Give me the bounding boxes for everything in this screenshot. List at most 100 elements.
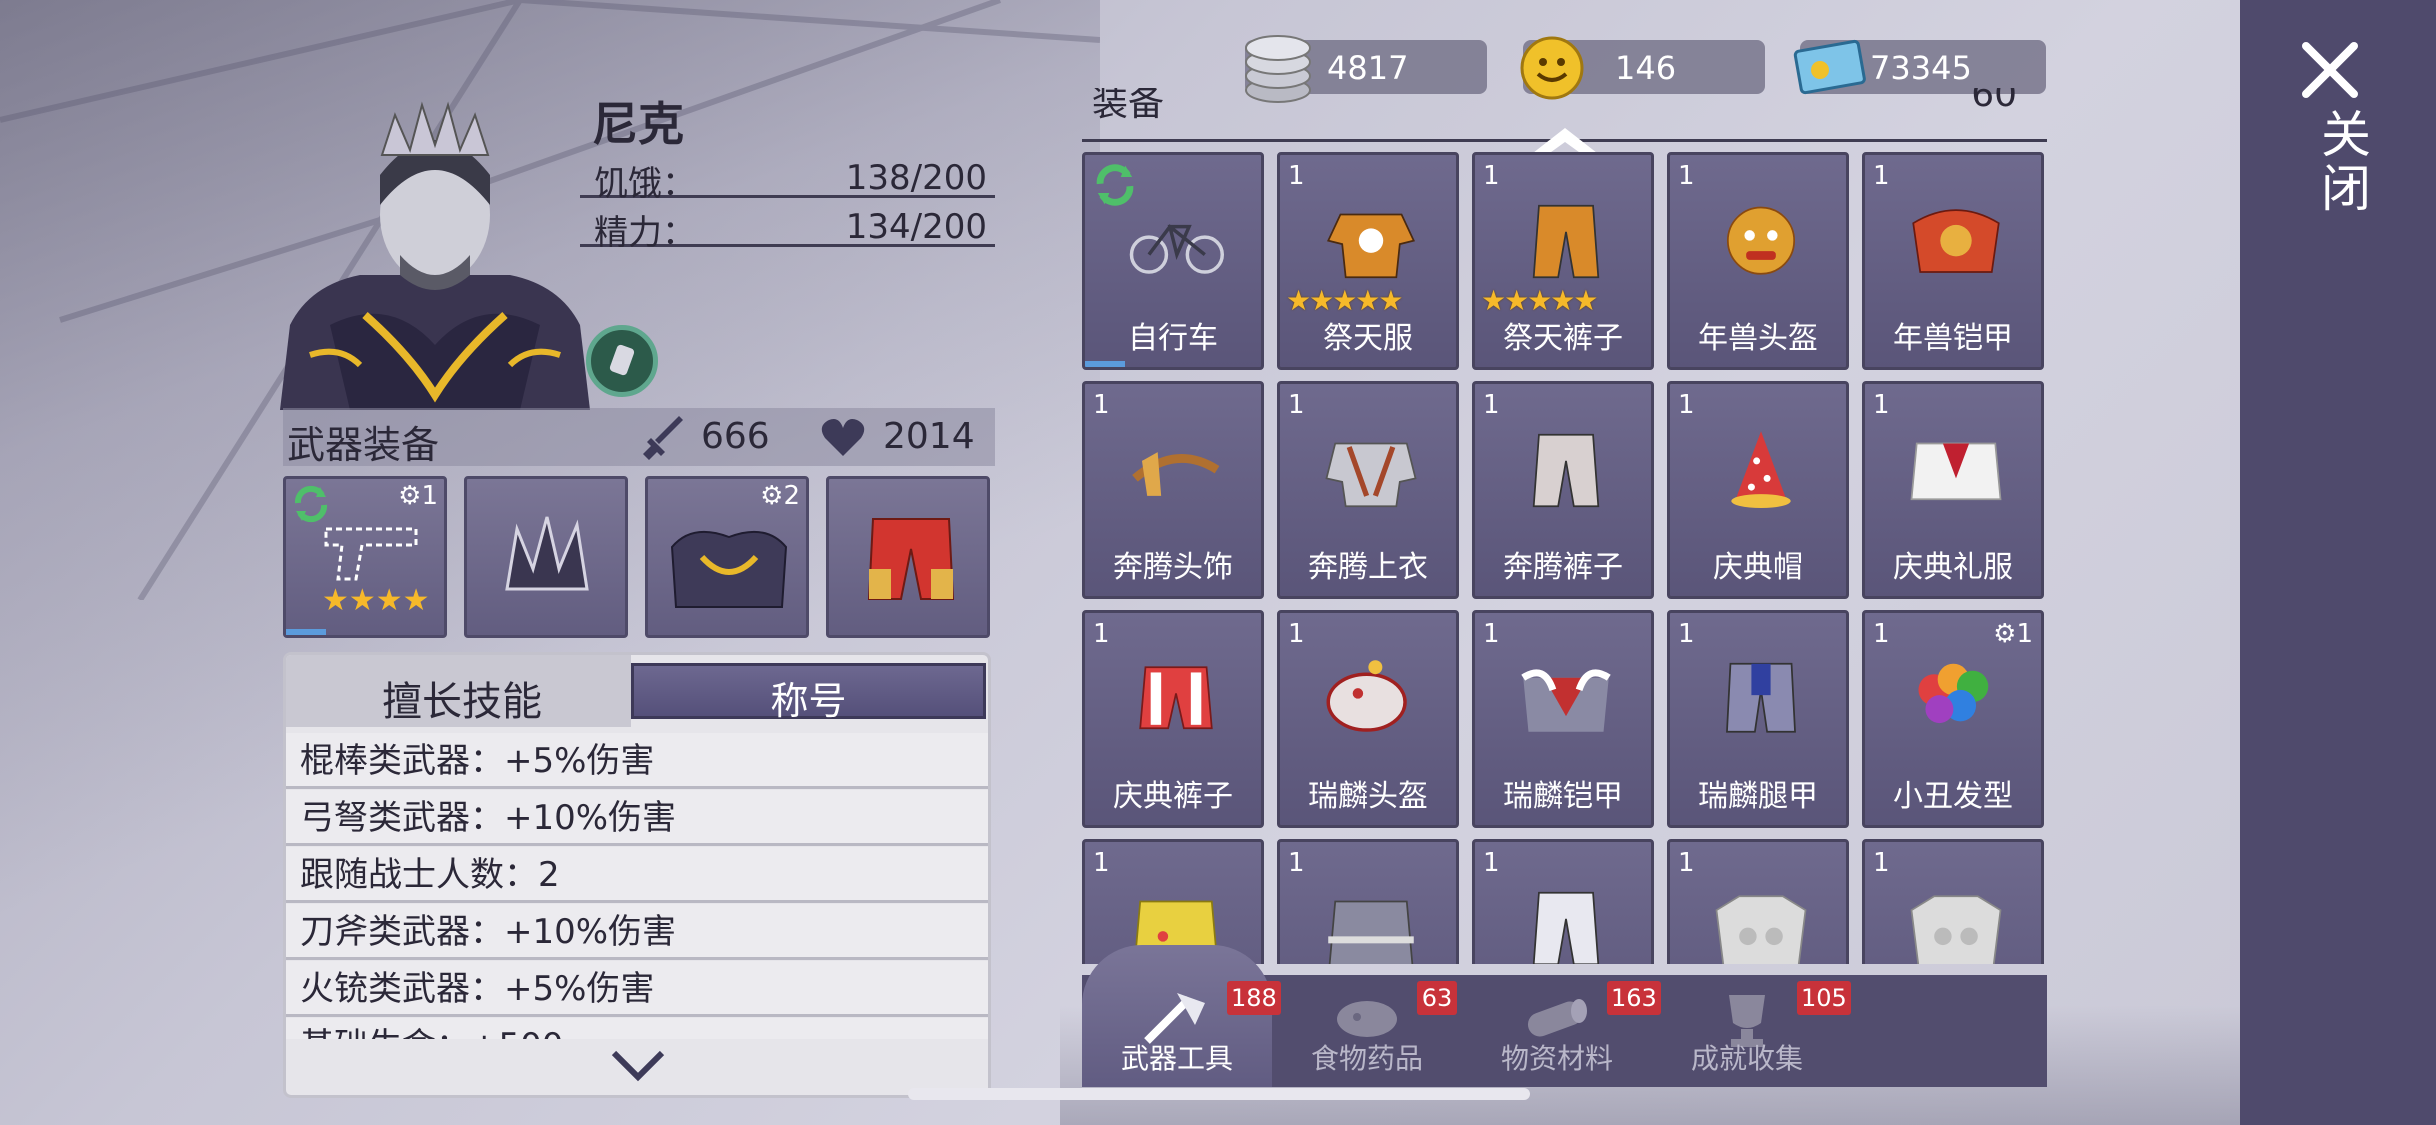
skills-panel: 擅长技能 称号 棍棒类武器：+5%伤害 弓弩类武器：+10%伤害 跟随战士人数：… [283,652,991,1098]
skill-list[interactable]: 棍棒类武器：+5%伤害 弓弩类武器：+10%伤害 跟随战士人数：2 刀斧类武器：… [286,733,988,1039]
item-quantity: 1 [1873,848,1890,878]
category-tabs: 188 武器工具 63 食物药品 163 物资材料 105 成就收集 [1082,945,2047,1087]
item-quantity: 1 [1483,390,1500,420]
inventory-item[interactable]: 1 庆典礼服 [1862,381,2044,599]
inventory-item[interactable]: 1 年兽铠甲 [1862,152,2044,370]
close-panel[interactable]: 关闭 [2240,0,2436,1125]
item-quantity: 1 [1678,390,1695,420]
tab-category[interactable]: 105 成就收集 [1652,975,1851,1087]
qilin-greaves-icon [1726,662,1796,733]
character-portrait [280,101,590,410]
list-item: 弓弩类武器：+10%伤害 [286,790,988,846]
inventory-item[interactable]: 1 奔腾头饰 [1082,381,1264,599]
tab-category[interactable]: 63 食物药品 [1272,975,1462,1087]
energy-label: 精力： [594,213,696,253]
equip-slot-legs[interactable] [826,476,990,638]
item-label: 祭天服 [1323,321,1413,356]
equipment-header: 武器装备 666 2014 [283,408,995,467]
slot-progress [286,629,326,635]
hp-value: 2014 [883,416,975,457]
tab-skills[interactable]: 擅长技能 [286,655,631,727]
bicycle-icon [1129,224,1224,274]
heart-icon [821,419,865,456]
item-quantity: 1 [1093,848,1110,878]
inventory-item[interactable]: 1 [1667,839,1849,964]
equip-slot-head[interactable] [464,476,628,638]
item-quantity: 1 [1873,161,1890,191]
tab-label: 成就收集 [1690,1042,1803,1075]
sword-icon [643,416,683,460]
item-label: 自行车 [1128,321,1218,356]
tab-label: 武器工具 [1120,1042,1233,1075]
item-quantity: 1 [1288,848,1305,878]
ticket-value: 73345 [1870,49,1972,87]
item-quantity: 1 [1483,848,1500,878]
tab-titles[interactable]: 称号 [631,663,986,723]
inventory-item[interactable]: 1 年兽头盔 [1667,152,1849,370]
inventory-item[interactable]: 1 瑞麟头盔 [1277,610,1459,828]
inventory-item[interactable]: 1 [1277,839,1459,964]
inventory-item[interactable]: 1 瑞麟铠甲 [1472,610,1654,828]
item-label: 年兽铠甲 [1893,321,2013,356]
gear-icon: ⚙2 [760,481,800,511]
inventory-item[interactable]: 1 庆典裤子 [1082,610,1264,828]
item-quantity: 1 [1873,390,1890,420]
equip-slot-body[interactable]: ⚙2 [645,476,809,638]
qilin-helmet-icon [1326,660,1407,732]
list-item: 刀斧类武器：+10%伤害 [286,904,988,960]
inventory-item[interactable]: 1 [1472,839,1654,964]
item-label: 祭天裤子 [1503,321,1623,356]
item-progress [1085,361,1125,367]
tuxedo-icon [1910,442,2002,501]
party-hat-icon [1731,431,1791,509]
item-quantity: 1 [1483,619,1500,649]
inventory-item[interactable]: 1 庆典帽 [1667,381,1849,599]
list-item: 基础生命：+500 [286,1018,988,1039]
character-name: 尼克 [592,97,684,151]
shorts-icon [1139,666,1213,730]
item-quantity: 1 [1678,161,1695,191]
inventory-item[interactable]: 1 [1862,839,2044,964]
inventory-item[interactable]: 1 奔腾裤子 [1472,381,1654,599]
stone-armor-icon [1910,895,2002,964]
energy-stat: 精力： 134/200 [580,199,995,253]
inventory-item[interactable]: 1 ⚙1 小丑发型 [1862,610,2044,828]
inventory-count: 60 [1971,88,2017,115]
pistol-icon [324,527,418,581]
slot-stars: ★★★★ [322,583,430,618]
scroll-icon [609,344,635,376]
accessory-badge[interactable] [586,325,658,397]
inventory-grid[interactable]: 自行车 1 ★★★★★ 祭天服 1 ★★★★★ 祭天裤子 1 年兽头盔 1 年兽铠甲 1 奔腾头饰 1 奔腾… [1082,152,2047,964]
clown-wig-icon [1918,663,1989,724]
list-item: 火铳类武器：+5%伤害 [286,961,988,1017]
stone-armor-icon [1715,895,1807,964]
pants-icon [1532,204,1600,279]
close-icon[interactable] [2298,38,2362,102]
slot-gear-count: 1 [421,481,438,511]
item-label: 奔腾上衣 [1308,550,1428,585]
item-label: 庆典礼服 [1893,550,2013,585]
item-label: 庆典帽 [1713,550,1803,585]
equip-slot-weapon[interactable]: ⚙1 ★★★★ [283,476,447,638]
close-label[interactable]: 关闭 [2306,108,2378,216]
inventory-item[interactable]: 1 ★★★★★ 祭天裤子 [1472,152,1654,370]
inventory-item[interactable]: 1 瑞麟腿甲 [1667,610,1849,828]
inventory-item[interactable]: 自行车 [1082,152,1264,370]
tab-category[interactable]: 188 武器工具 [1082,945,1281,1087]
hunger-value: 138/200 [845,158,987,198]
lion-armor-icon [1912,209,2000,273]
chevron-down-icon[interactable] [608,1045,668,1085]
pants-icon [867,518,955,600]
inventory-item[interactable]: 1 奔腾上衣 [1277,381,1459,599]
crown-icon [505,516,589,591]
item-quantity: 1 [1093,619,1110,649]
hunger-stat: 饥饿： 138/200 [580,150,995,204]
item-quantity: 1 [1093,390,1110,420]
item-gear-count: 1 [2016,619,2033,649]
jacket-icon [1325,442,1417,508]
lion-helmet-icon [1726,206,1796,275]
qilin-armor-icon [1521,669,1611,732]
home-indicator [908,1088,1530,1100]
inventory-item[interactable]: 1 ★★★★★ 祭天服 [1277,152,1459,370]
tab-category[interactable]: 163 物资材料 [1462,975,1661,1087]
